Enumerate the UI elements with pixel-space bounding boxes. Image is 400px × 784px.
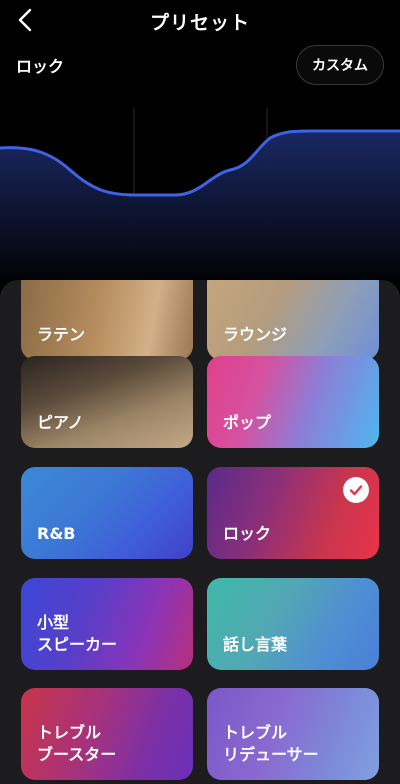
preset-label: ラウンジ [223, 325, 288, 344]
preset-card-spoken-word[interactable]: 話し言葉 [207, 578, 379, 670]
header-bar: プリセット [0, 0, 400, 40]
preset-card-piano[interactable]: ピアノ [21, 356, 193, 448]
preset-card-rock[interactable]: ロック [207, 467, 379, 559]
page-title: プリセット [149, 12, 250, 34]
preset-grid-panel: ラテン ラウンジ ピアノ ポップ R&B ロック 小型 スピーカー 話し言葉 ト… [0, 280, 400, 784]
preset-card-pop[interactable]: ポップ [207, 356, 379, 448]
preset-label: トレブル ブースター [37, 723, 117, 764]
preset-card-rnb[interactable]: R&B [21, 467, 193, 559]
preset-card-treble-reducer[interactable]: トレブル リデューサー [207, 688, 379, 780]
preset-label: ポップ [223, 413, 272, 432]
preset-label: ロック [223, 524, 272, 543]
custom-button[interactable]: カスタム [296, 45, 384, 85]
preset-label: トレブル リデューサー [223, 723, 319, 764]
preset-label: ラテン [37, 325, 86, 344]
preset-card-small-speaker[interactable]: 小型 スピーカー [21, 578, 193, 670]
preset-label: 話し言葉 [223, 635, 288, 654]
preset-label: R&B [37, 524, 76, 543]
preset-card-latin[interactable]: ラテン [21, 280, 193, 360]
preset-card-lounge[interactable]: ラウンジ [207, 280, 379, 360]
preset-label: 小型 スピーカー [37, 613, 118, 654]
preset-label: ピアノ [37, 413, 84, 432]
eq-curve-fill [0, 130, 400, 290]
selected-check-icon [343, 477, 369, 503]
preset-card-treble-booster[interactable]: トレブル ブースター [21, 688, 193, 780]
current-preset-name: ロック [16, 57, 65, 76]
equalizer-curve-view [0, 100, 400, 290]
